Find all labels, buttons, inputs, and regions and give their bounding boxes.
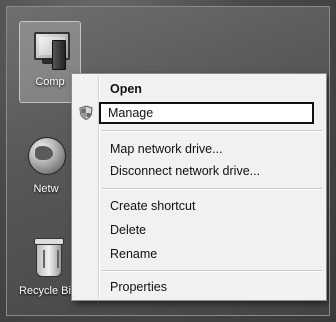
context-menu: Open Manage Map network drive... Disconn…: [71, 73, 327, 301]
menu-separator: [102, 130, 322, 132]
menu-item-label: Manage: [108, 106, 154, 120]
menu-item-properties[interactable]: Properties: [74, 276, 324, 298]
shield-icon: [79, 105, 93, 120]
menu-item-label: Create shortcut: [110, 199, 196, 213]
menu-item-label: Map network drive...: [110, 142, 223, 156]
manage-icon-slot: [74, 102, 98, 124]
menu-item-label: Disconnect network drive...: [110, 164, 261, 178]
menu-item-map-network-drive[interactable]: Map network drive...: [74, 138, 324, 160]
menu-item-label: Open: [110, 82, 142, 96]
desktop-icon-recycle-bin[interactable]: Recycle Bin: [17, 235, 79, 297]
menu-item-manage[interactable]: Manage: [99, 102, 314, 124]
desktop-icon-label: Netw: [33, 183, 59, 195]
menu-item-label: Delete: [110, 223, 147, 237]
desktop-icon-network[interactable]: Netw: [15, 133, 77, 195]
desktop-icon-label: Comp: [35, 76, 65, 88]
menu-separator: [102, 188, 322, 190]
network-icon: [22, 133, 70, 181]
menu-item-label: Rename: [110, 247, 158, 261]
menu-item-disconnect-network-drive[interactable]: Disconnect network drive...: [74, 160, 324, 182]
computer-icon: [26, 26, 74, 74]
menu-item-delete[interactable]: Delete: [74, 219, 324, 241]
desktop: Comp Netw Recycle Bin Open Manage Map ne…: [6, 6, 330, 316]
menu-item-open[interactable]: Open: [74, 78, 324, 100]
menu-separator: [102, 270, 322, 272]
menu-item-create-shortcut[interactable]: Create shortcut: [74, 195, 324, 217]
desktop-icon-label: Recycle Bin: [18, 285, 78, 297]
menu-item-rename[interactable]: Rename: [74, 243, 324, 265]
menu-item-label: Properties: [110, 280, 167, 294]
recycle-bin-icon: [24, 235, 72, 283]
